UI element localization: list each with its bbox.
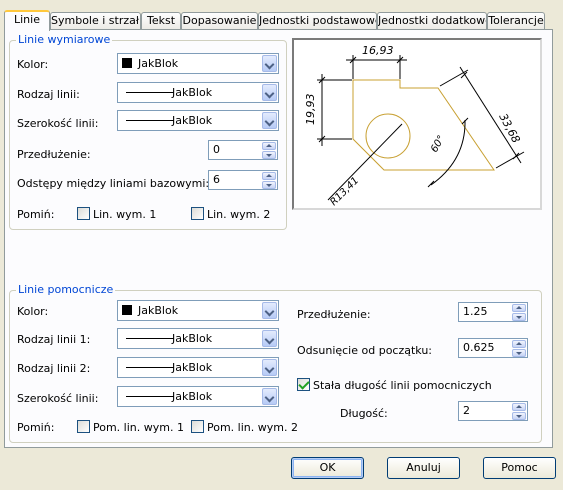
dim-linetype-label: Rodzaj linii: [17, 88, 80, 101]
spin-down-icon[interactable] [512, 313, 526, 321]
tab-jednostki-podstawowe[interactable]: Jednostki podstawowe [258, 12, 377, 29]
spin-down-icon[interactable] [512, 349, 526, 357]
dim-lineweight-label: Szerokość linii: [17, 117, 99, 130]
spin-down-icon[interactable] [262, 151, 276, 159]
ext-linetype2-label: Rodzaj linii 2: [17, 362, 91, 375]
ext-suppress-2-checkbox[interactable] [191, 420, 204, 433]
preview-dim-top: 16,93 [362, 44, 394, 57]
ext-lineweight-value: JakBlok [172, 390, 213, 403]
ext-extend-spinner[interactable]: 1.25 [458, 302, 528, 322]
dim-lineweight-value: JakBlok [172, 114, 213, 127]
dim-color-select[interactable]: JakBlok [117, 53, 279, 74]
spin-up-icon[interactable] [262, 142, 276, 150]
ext-linetype1-label: Rodzaj linii 1: [17, 333, 91, 346]
dim-baseline-spinner[interactable]: 6 [208, 170, 278, 190]
color-swatch [122, 58, 132, 68]
dim-extend-spinner[interactable]: 0 [208, 140, 278, 160]
ext-extend-label: Przedłużenie: [297, 308, 371, 321]
preview-dim-angle: 60° [429, 134, 447, 155]
preview-drawing: 16,93 19,93 33,68 60° R13,41 [304, 44, 525, 208]
line-sample [126, 396, 174, 397]
ext-lineweight-label: Szerokość linii: [17, 392, 99, 405]
dim-extend-value: 0 [213, 143, 220, 156]
ext-suppress-1-checkbox[interactable] [77, 420, 90, 433]
ext-offset-label: Odsunięcie od początku: [297, 344, 433, 357]
dim-suppress-2-checkbox[interactable] [191, 207, 204, 220]
chevron-down-icon[interactable] [262, 330, 277, 347]
help-button[interactable]: Pomoc [483, 457, 556, 479]
ext-lines-title: Linie pomocnicze [16, 283, 116, 297]
chevron-down-icon[interactable] [262, 302, 277, 319]
ext-offset-spinner[interactable]: 0.625 [458, 338, 528, 358]
ext-suppress-label: Pomiń: [17, 421, 55, 434]
spin-up-icon[interactable] [262, 172, 276, 180]
ext-linetype2-value: JakBlok [172, 361, 213, 374]
ext-suppress-2-label: Pom. lin. wym. 2 [207, 421, 298, 434]
tab-symbole-i-strzalki[interactable]: Symbole i strzałki [50, 12, 141, 29]
preview-circle [365, 113, 411, 159]
tab-jednostki-dodatkowe[interactable]: Jednostki dodatkowe [377, 12, 487, 29]
dim-extend-label: Przedłużenie: [17, 148, 91, 161]
dim-color-value: JakBlok [138, 57, 179, 70]
chevron-down-icon[interactable] [262, 84, 277, 101]
line-sample [126, 120, 174, 121]
spin-up-icon[interactable] [512, 403, 526, 411]
dimension-preview: 16,93 19,93 33,68 60° R13,41 [292, 38, 542, 210]
ext-linetype1-select[interactable]: JakBlok [117, 328, 279, 349]
ext-color-label: Kolor: [17, 305, 49, 318]
spin-down-icon[interactable] [512, 412, 526, 420]
chevron-down-icon[interactable] [262, 112, 277, 129]
tab-dopasowanie[interactable]: Dopasowanie [181, 12, 258, 29]
dim-linetype-select[interactable]: JakBlok [117, 82, 279, 103]
ext-suppress-1-label: Pom. lin. wym. 1 [93, 421, 184, 434]
preview-dim-right: 33,68 [496, 111, 522, 145]
dim-lineweight-select[interactable]: JakBlok [117, 110, 279, 131]
ext-lineweight-select[interactable]: JakBlok [117, 386, 279, 407]
line-sample [126, 92, 174, 93]
preview-shape [352, 79, 495, 171]
preview-dim-left: 19,93 [304, 94, 317, 126]
ext-line [495, 151, 525, 169]
dim-suppress-1-checkbox[interactable] [77, 207, 90, 220]
dim-suppress-label: Pomiń: [17, 208, 55, 221]
length-value: 2 [463, 404, 470, 417]
dim-suppress-2-label: Lin. wym. 2 [207, 208, 271, 221]
tab-tekst[interactable]: Tekst [141, 12, 181, 29]
dim-line-right [459, 66, 522, 164]
spin-down-icon[interactable] [262, 181, 276, 189]
fixed-length-label: Stała długość linii pomocniczych [313, 379, 492, 392]
ext-linetype2-select[interactable]: JakBlok [117, 357, 279, 378]
tab-tolerancje[interactable]: Tolerancje [487, 12, 545, 29]
line-sample [126, 367, 174, 368]
fixed-length-checkbox[interactable] [297, 378, 310, 391]
dim-baseline-label: Odstępy między liniami bazowymi: [17, 177, 210, 190]
color-swatch [122, 305, 132, 315]
spin-up-icon[interactable] [512, 340, 526, 348]
ext-color-value: JakBlok [138, 304, 179, 317]
tab-linie[interactable]: Linie [4, 10, 50, 31]
length-spinner[interactable]: 2 [458, 401, 528, 421]
chevron-down-icon[interactable] [262, 388, 277, 405]
chevron-down-icon[interactable] [262, 55, 277, 72]
dim-color-label: Kolor: [17, 58, 49, 71]
ext-color-select[interactable]: JakBlok [117, 300, 279, 321]
dim-lines-title: Linie wymiarowe [16, 33, 113, 47]
ok-button[interactable]: OK [291, 457, 364, 479]
length-label: Długość: [340, 407, 388, 420]
dim-suppress-1-label: Lin. wym. 1 [93, 208, 157, 221]
ext-linetype1-value: JakBlok [172, 332, 213, 345]
ext-offset-value: 0.625 [463, 341, 495, 354]
preview-dim-radius: R13,41 [328, 175, 361, 208]
dim-baseline-value: 6 [213, 173, 220, 186]
ext-extend-value: 1.25 [463, 305, 488, 318]
dim-linetype-value: JakBlok [172, 86, 213, 99]
cancel-button[interactable]: Anuluj [387, 457, 460, 479]
spin-up-icon[interactable] [512, 304, 526, 312]
line-sample [126, 338, 174, 339]
chevron-down-icon[interactable] [262, 359, 277, 376]
